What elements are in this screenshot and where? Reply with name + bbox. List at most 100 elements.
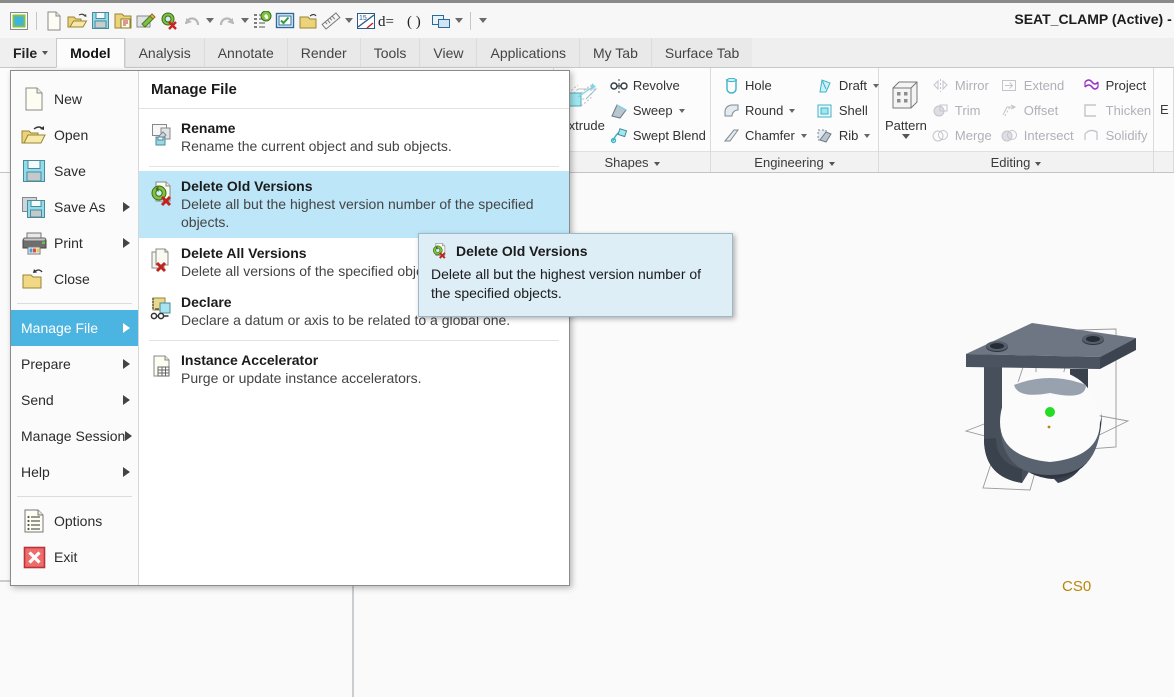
creo-logo-icon[interactable]: [8, 10, 30, 32]
shell-button[interactable]: Shell: [811, 98, 883, 123]
ribbon-group-shapes: Extrude Revolve Sweep Swept Blend Shapes: [554, 68, 711, 172]
mirror-label: Mirror: [954, 78, 989, 93]
open-folder-icon: [21, 122, 47, 148]
rib-icon: [815, 127, 835, 145]
sidebar-item-help[interactable]: Help: [11, 454, 138, 490]
relations-icon[interactable]: ( ): [405, 10, 429, 32]
editing-col-1: Mirror Trim Merge: [927, 72, 996, 148]
project-button[interactable]: Project: [1078, 73, 1156, 98]
shapes-small-column: Revolve Sweep Swept Blend: [605, 72, 710, 148]
tab-render[interactable]: Render: [286, 38, 360, 67]
tab-analysis[interactable]: Analysis: [124, 38, 204, 67]
sidebar-item-manage-session[interactable]: Manage Session: [11, 418, 138, 454]
window-manager-icon[interactable]: [430, 10, 452, 32]
sidebar-item-exit[interactable]: Exit: [11, 539, 138, 575]
solidify-label: Solidify: [1105, 128, 1148, 143]
sweep-icon: [609, 102, 629, 120]
offset-label: Offset: [1023, 103, 1059, 118]
chevron-down-icon[interactable]: [864, 133, 871, 138]
menu-item-delete-old-versions[interactable]: Delete Old Versions Delete all but the h…: [139, 171, 569, 238]
pattern-button[interactable]: Pattern: [885, 72, 927, 139]
ribbon-tab-strip: File Model Analysis Annotate Render Tool…: [0, 38, 1174, 68]
shapes-group-title[interactable]: Shapes: [554, 151, 710, 172]
manage-file-panel: Manage File Rename Rename the current ob…: [139, 71, 569, 585]
sidebar-divider-1: [17, 303, 132, 304]
editing-group-title[interactable]: Editing: [879, 151, 1153, 172]
edit-rename-icon[interactable]: [135, 10, 157, 32]
engineering-group-title[interactable]: Engineering: [711, 151, 878, 172]
chevron-down-icon[interactable]: [800, 133, 807, 138]
chevron-down-icon[interactable]: [678, 108, 685, 113]
tab-applications[interactable]: Applications: [476, 38, 579, 67]
customize-qat-caret[interactable]: [477, 11, 488, 31]
sweep-button[interactable]: Sweep: [605, 98, 710, 123]
select-items-icon[interactable]: [274, 10, 296, 32]
trim-button: Trim: [927, 98, 996, 123]
sidebar-item-label: Print: [54, 235, 83, 251]
sidebar-item-save-as[interactable]: Save As: [11, 189, 138, 225]
measure-icon[interactable]: [320, 10, 342, 32]
undo-dropdown-caret[interactable]: [204, 11, 215, 31]
open-folder-icon[interactable]: [66, 10, 88, 32]
menu-item-instance-accelerator[interactable]: Instance Accelerator Purge or update ins…: [139, 345, 569, 394]
parameters-icon[interactable]: d=: [378, 10, 404, 32]
manage-file-title: Manage File: [139, 71, 569, 109]
chevron-down-icon[interactable]: [901, 134, 910, 139]
ribbon-group-clipped: E: [1154, 68, 1174, 172]
regenerate-icon[interactable]: [251, 10, 273, 32]
sidebar-item-prepare[interactable]: Prepare: [11, 346, 138, 382]
tab-surface-tab[interactable]: Surface Tab: [650, 38, 753, 67]
undo-icon[interactable]: [181, 10, 203, 32]
save-icon[interactable]: [89, 10, 111, 32]
close-window-icon[interactable]: [297, 10, 319, 32]
round-button[interactable]: Round: [717, 98, 811, 123]
tab-view[interactable]: View: [419, 38, 477, 67]
offset-button: Offset: [996, 98, 1078, 123]
sidebar-item-new[interactable]: New: [11, 81, 138, 117]
sidebar-item-print[interactable]: Print: [11, 225, 138, 261]
tab-file[interactable]: File: [0, 38, 57, 67]
new-file-icon[interactable]: [43, 10, 65, 32]
sidebar-item-options[interactable]: Options: [11, 503, 138, 539]
hole-icon: [721, 77, 741, 95]
manage-file-divider-2: [149, 340, 559, 341]
window-dropdown-caret[interactable]: [453, 11, 464, 31]
rename-icon: [149, 120, 179, 150]
redo-dropdown-caret[interactable]: [239, 11, 250, 31]
tooltip-body: Delete all but the highest version numbe…: [431, 266, 702, 301]
sidebar-item-save[interactable]: Save: [11, 153, 138, 189]
revolve-icon: [609, 77, 629, 95]
tab-annotate[interactable]: Annotate: [203, 38, 287, 67]
redo-icon[interactable]: [216, 10, 238, 32]
model-seat-clamp-bracket[interactable]: [940, 297, 1174, 524]
window-title-wrap: SEAT_CLAMP (Active) - Creo Par: [1014, 11, 1174, 27]
delete-all-versions-icon: [149, 245, 179, 275]
save-a-copy-icon[interactable]: [112, 10, 134, 32]
chevron-down-icon[interactable]: [789, 108, 796, 113]
mirror-button: Mirror: [927, 73, 996, 98]
measure-dropdown-caret[interactable]: [343, 11, 354, 31]
hole-button[interactable]: Hole: [717, 73, 811, 98]
trim-label: Trim: [954, 103, 981, 118]
tab-model[interactable]: Model: [56, 38, 125, 68]
trim-icon: [931, 102, 951, 120]
sidebar-item-label: Manage File: [21, 320, 99, 336]
tab-my-tab[interactable]: My Tab: [578, 38, 651, 67]
menu-item-desc: Delete all but the highest version numbe…: [181, 196, 534, 230]
swept-blend-button[interactable]: Swept Blend: [605, 123, 710, 148]
erase-not-displayed-icon[interactable]: [158, 10, 180, 32]
sidebar-item-open[interactable]: Open: [11, 117, 138, 153]
sidebar-item-manage-file[interactable]: Manage File: [11, 310, 138, 346]
menu-item-rename[interactable]: Rename Rename the current object and sub…: [139, 113, 569, 162]
rib-button[interactable]: Rib: [811, 123, 883, 148]
tab-tools[interactable]: Tools: [359, 38, 420, 67]
menu-item-desc: Rename the current object and sub object…: [181, 138, 452, 154]
revolve-button[interactable]: Revolve: [605, 73, 710, 98]
tooltip-header: Delete Old Versions: [431, 242, 720, 260]
chamfer-button[interactable]: Chamfer: [717, 123, 811, 148]
draft-button[interactable]: Draft: [811, 73, 883, 98]
switch-dimensions-icon[interactable]: 15: [355, 10, 377, 32]
sidebar-item-close[interactable]: Close: [11, 261, 138, 297]
chevron-right-icon: [123, 323, 130, 333]
sidebar-item-send[interactable]: Send: [11, 382, 138, 418]
